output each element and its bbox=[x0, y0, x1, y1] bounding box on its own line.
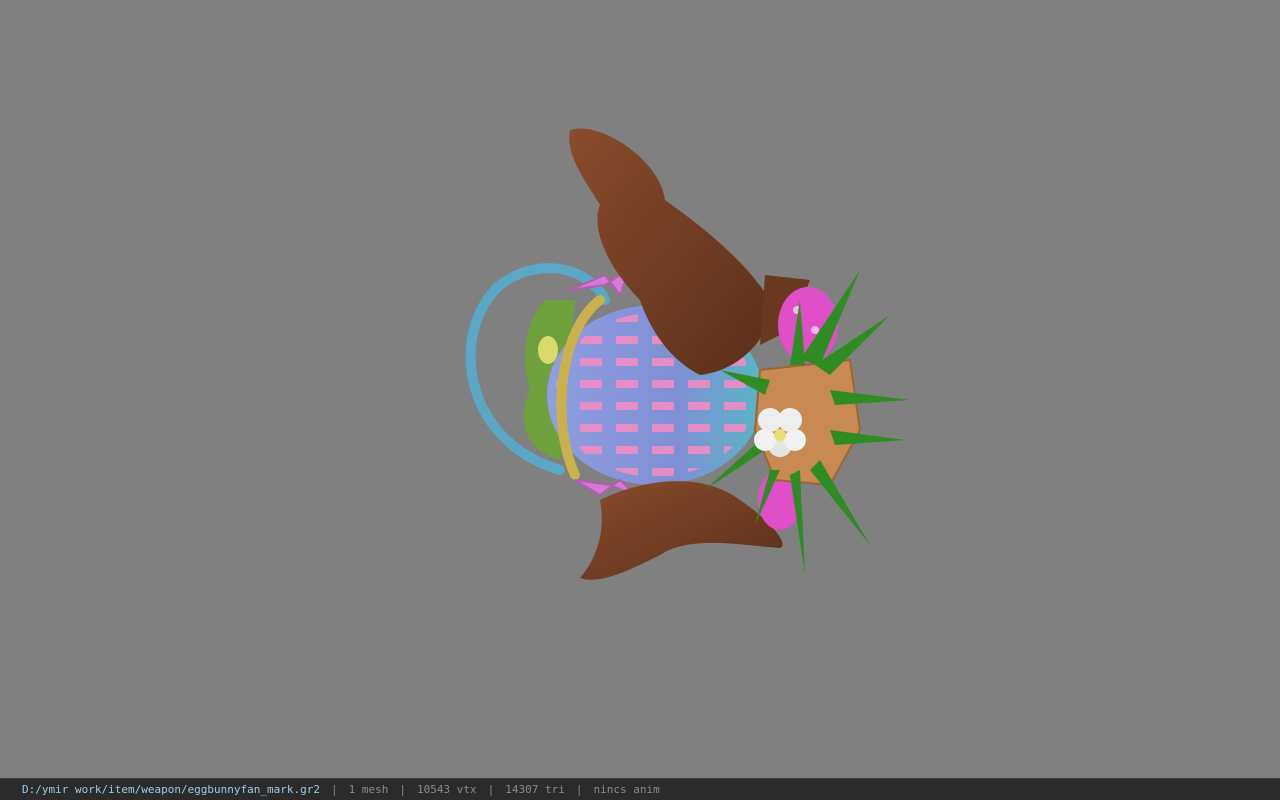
chocolate-bunny-bottom bbox=[580, 481, 783, 580]
3d-viewport[interactable] bbox=[0, 0, 1280, 778]
white-flower bbox=[754, 408, 806, 457]
status-separator: | bbox=[575, 783, 583, 796]
status-bar: D:/ymir work/item/weapon/eggbunnyfan_mar… bbox=[0, 778, 1280, 800]
status-separator: | bbox=[399, 783, 407, 796]
mesh-count: 1 mesh bbox=[348, 783, 389, 796]
easter-basket-bunny-model bbox=[465, 128, 910, 580]
status-separator: | bbox=[331, 783, 338, 796]
vertex-count: 10543 vtx bbox=[417, 783, 477, 796]
triangle-count: 14307 tri bbox=[505, 783, 565, 796]
animation-status: nincs anim bbox=[593, 783, 660, 796]
model-file-path: D:/ymir work/item/weapon/eggbunnyfan_mar… bbox=[22, 783, 321, 796]
status-separator: | bbox=[487, 783, 495, 796]
